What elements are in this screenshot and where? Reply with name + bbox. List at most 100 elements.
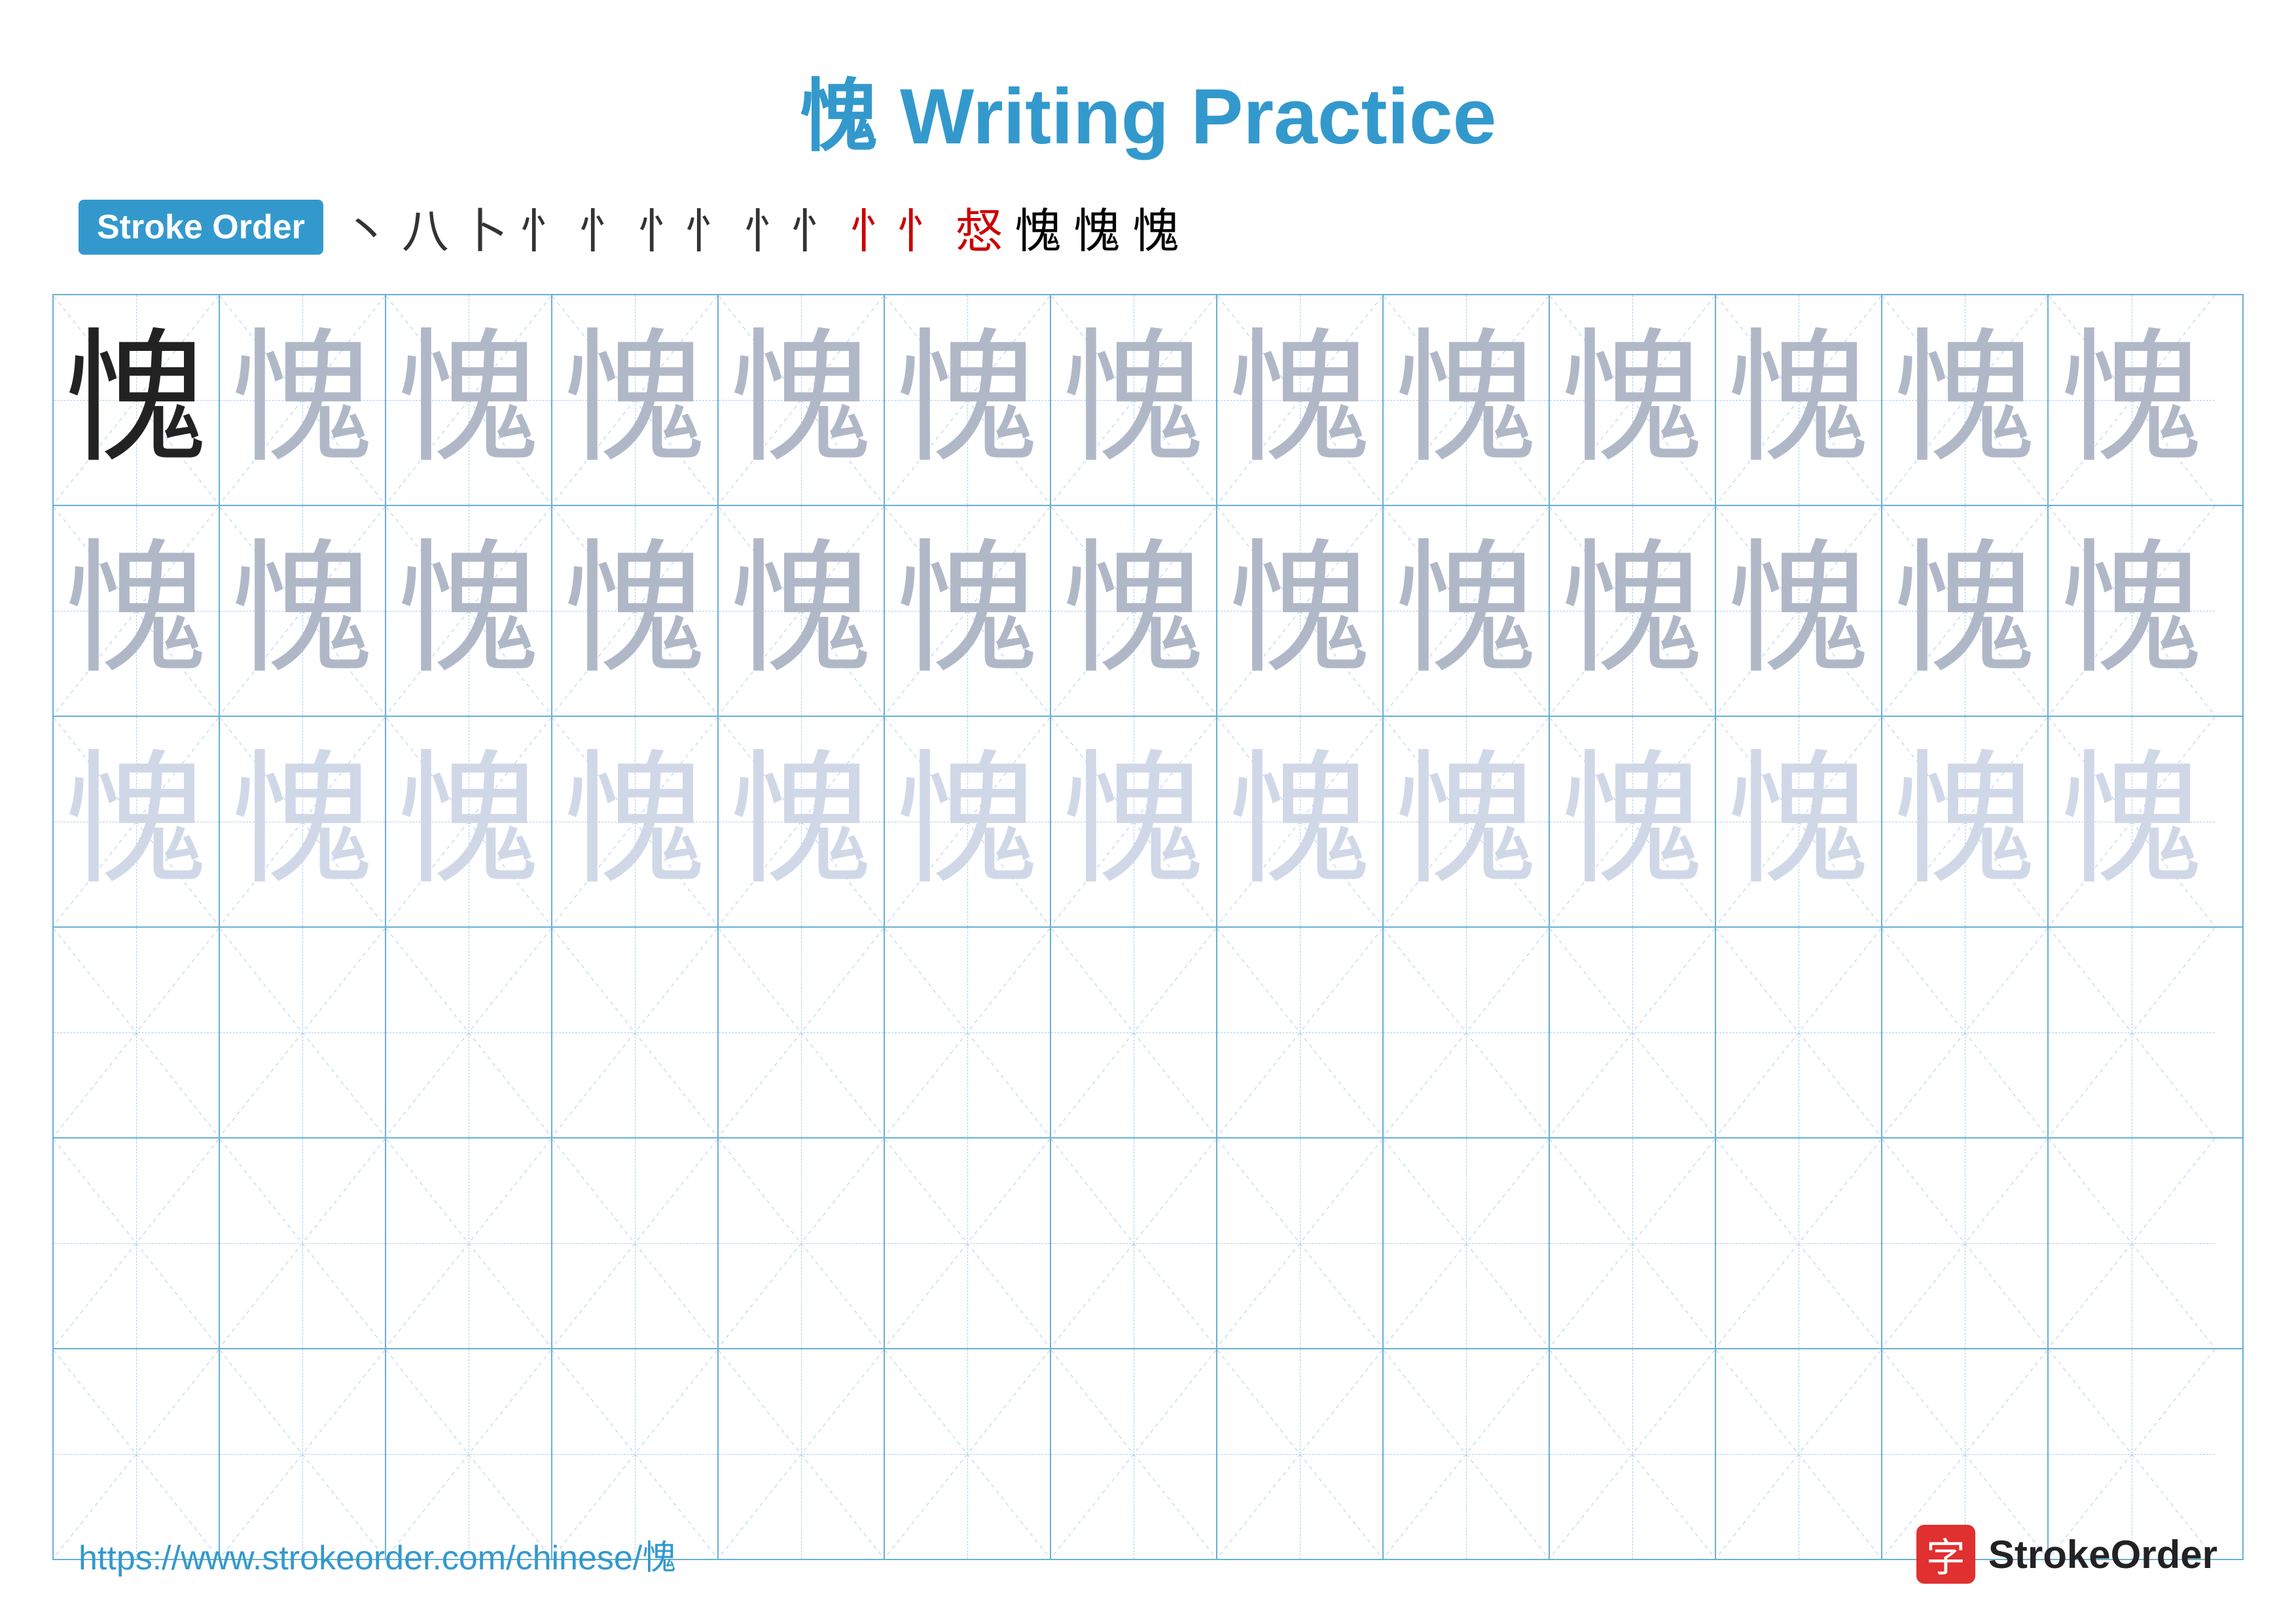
grid-cell[interactable] [552, 1139, 719, 1348]
practice-char: 愧 [1394, 539, 1538, 683]
grid-cell[interactable]: 愧 [1051, 295, 1217, 505]
grid-cell[interactable]: 愧 [220, 506, 386, 716]
practice-char: 愧 [895, 328, 1039, 472]
grid-cell[interactable]: 愧 [719, 717, 885, 926]
title-char: 愧 [800, 73, 878, 160]
grid-cell[interactable]: 愧 [2049, 717, 2215, 926]
practice-char: 愧 [64, 328, 208, 472]
grid-cell[interactable] [1217, 1139, 1384, 1348]
grid-cell[interactable]: 愧 [386, 717, 552, 926]
grid-cell[interactable]: 愧 [885, 295, 1051, 505]
grid-cell[interactable]: 愧 [1384, 506, 1550, 716]
stroke-order-row: Stroke Order 丶 八 卜 忄 忄 忄忄 忄忄 忄忄 惄 愧 愧 愧 [0, 192, 2296, 261]
grid-cell[interactable]: 愧 [1550, 717, 1716, 926]
grid-cell[interactable] [1384, 1139, 1550, 1348]
practice-char: 愧 [230, 328, 374, 472]
grid-cell[interactable]: 愧 [386, 295, 552, 505]
practice-char: 愧 [1394, 750, 1538, 894]
grid-cell[interactable]: 愧 [552, 506, 719, 716]
grid-cell[interactable]: 愧 [1217, 295, 1384, 505]
grid-cell[interactable]: 愧 [885, 506, 1051, 716]
practice-char: 愧 [895, 750, 1039, 894]
practice-char: 愧 [729, 750, 873, 894]
grid-cell[interactable] [386, 1139, 552, 1348]
grid-cell[interactable]: 愧 [1384, 717, 1550, 926]
grid-cell[interactable] [1716, 1139, 1882, 1348]
grid-cell[interactable]: 愧 [1217, 506, 1384, 716]
grid-cell[interactable] [719, 1139, 885, 1348]
grid-cell[interactable]: 愧 [552, 717, 719, 926]
grid-cell[interactable]: 愧 [1882, 506, 2049, 716]
practice-char: 愧 [1228, 750, 1372, 894]
grid-cell[interactable] [1051, 1139, 1217, 1348]
grid-cell[interactable] [54, 1139, 220, 1348]
practice-char: 愧 [397, 539, 541, 683]
grid-row[interactable]: 愧 愧 愧 愧 愧 愧 愧 愧 愧 愧 [54, 295, 2242, 506]
practice-char: 愧 [1062, 750, 1206, 894]
grid-cell[interactable] [552, 928, 719, 1137]
grid-cell[interactable]: 愧 [1550, 295, 1716, 505]
grid-cell[interactable]: 愧 [1882, 717, 2049, 926]
grid-cell[interactable]: 愧 [1716, 295, 1882, 505]
grid-cell[interactable]: 愧 [2049, 295, 2215, 505]
practice-char: 愧 [563, 750, 707, 894]
grid-cell[interactable]: 愧 [1882, 295, 2049, 505]
grid-cell[interactable] [220, 1139, 386, 1348]
grid-cell[interactable] [2049, 928, 2215, 1137]
grid-cell[interactable]: 愧 [1217, 717, 1384, 926]
footer-url[interactable]: https://www.strokeorder.com/chinese/愧 [79, 1530, 676, 1579]
practice-char: 愧 [64, 539, 208, 683]
grid-cell[interactable] [719, 928, 885, 1137]
practice-char: 愧 [2060, 328, 2204, 472]
grid-cell[interactable]: 愧 [2049, 506, 2215, 716]
grid-cell[interactable] [220, 928, 386, 1137]
grid-cell[interactable] [54, 928, 220, 1137]
grid-cell[interactable] [1550, 928, 1716, 1137]
footer: https://www.strokeorder.com/chinese/愧 字 … [0, 1525, 2296, 1584]
logo-text: StrokeOrder [1988, 1532, 2217, 1577]
practice-char: 愧 [1727, 539, 1871, 683]
grid-cell[interactable] [1550, 1139, 1716, 1348]
grid-cell[interactable] [1217, 928, 1384, 1137]
grid-cell[interactable] [1716, 928, 1882, 1137]
grid-cell[interactable]: 愧 [1716, 717, 1882, 926]
grid-cell[interactable]: 愧 [220, 295, 386, 505]
grid-cell[interactable]: 愧 [552, 295, 719, 505]
grid-cell[interactable]: 愧 [719, 295, 885, 505]
logo-icon: 字 [1916, 1525, 1975, 1584]
grid-cell[interactable]: 愧 [1550, 506, 1716, 716]
grid-cell[interactable]: 愧 [885, 717, 1051, 926]
grid-row[interactable] [54, 1139, 2242, 1349]
grid-cell[interactable]: 愧 [1384, 295, 1550, 505]
grid-cell[interactable] [1882, 1139, 2049, 1348]
grid-cell[interactable]: 愧 [1051, 717, 1217, 926]
grid-row[interactable]: 愧 愧 愧 愧 愧 愧 愧 愧 愧 愧 [54, 506, 2242, 717]
practice-char: 愧 [729, 328, 873, 472]
grid-cell[interactable] [885, 1139, 1051, 1348]
page-title: 愧 Writing Practice [0, 0, 2296, 166]
grid-cell[interactable]: 愧 [1716, 506, 1882, 716]
grid-cell[interactable]: 愧 [1051, 506, 1217, 716]
grid-cell[interactable]: 愧 [54, 506, 220, 716]
grid-cell[interactable] [1384, 928, 1550, 1137]
practice-char: 愧 [729, 539, 873, 683]
practice-char: 愧 [1560, 750, 1704, 894]
grid-cell[interactable]: 愧 [54, 717, 220, 926]
grid-row[interactable] [54, 928, 2242, 1139]
grid-row[interactable]: 愧 愧 愧 愧 愧 愧 愧 愧 愧 愧 [54, 717, 2242, 928]
grid-cell[interactable] [1882, 928, 2049, 1137]
grid-cell[interactable] [885, 928, 1051, 1137]
grid-cell[interactable] [1051, 928, 1217, 1137]
grid-cell[interactable]: 愧 [386, 506, 552, 716]
practice-char: 愧 [397, 328, 541, 472]
practice-char: 愧 [1727, 750, 1871, 894]
grid-cell[interactable]: 愧 [220, 717, 386, 926]
stroke-order-badge: Stroke Order [79, 200, 323, 255]
grid-cell[interactable]: 愧 [54, 295, 220, 505]
grid-cell[interactable]: 愧 [719, 506, 885, 716]
practice-char: 愧 [563, 328, 707, 472]
practice-char: 愧 [2060, 750, 2204, 894]
grid-cell[interactable] [386, 928, 552, 1137]
grid-cell[interactable] [2049, 1139, 2215, 1348]
practice-grid: 愧 愧 愧 愧 愧 愧 愧 愧 愧 愧 [52, 294, 2244, 1560]
